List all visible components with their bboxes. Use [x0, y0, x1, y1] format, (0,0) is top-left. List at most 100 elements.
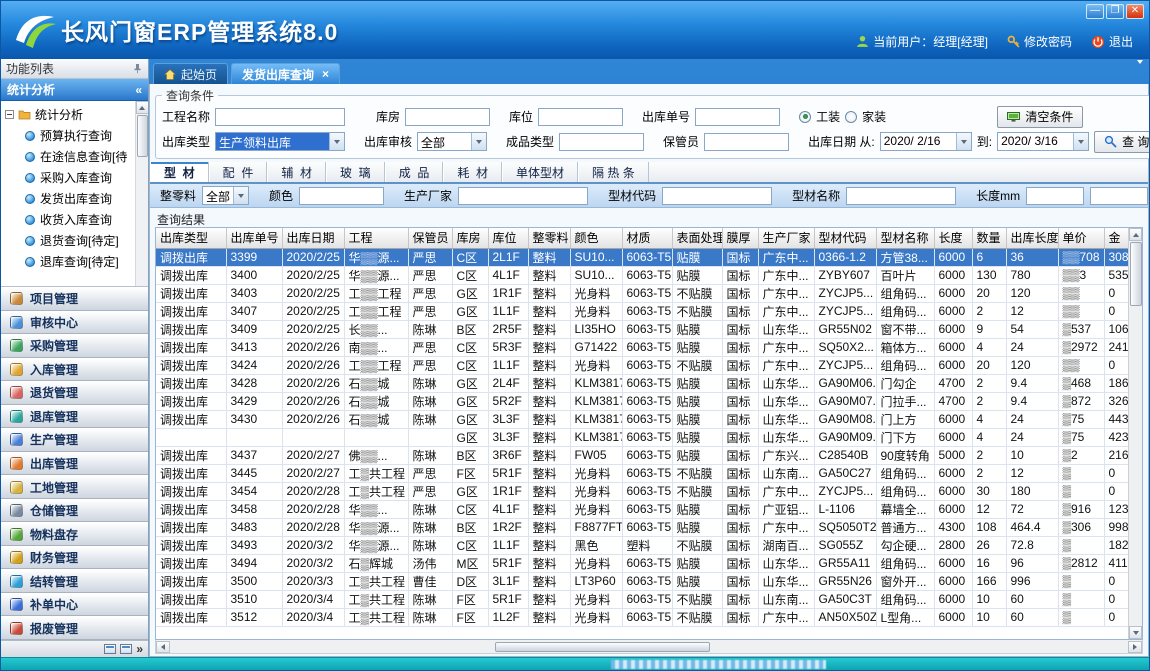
sidebar-item-出库管理[interactable]: 出库管理: [1, 452, 148, 476]
table-row[interactable]: G区3L3F整料KLM38176063-T5贴膜国标山东华...GA90M09.…: [156, 428, 1128, 446]
sidebar-item-结转管理[interactable]: 结转管理: [1, 569, 148, 593]
material-tab[interactable]: 玻 璃: [326, 162, 385, 182]
radio-gongzhuang-label[interactable]: 工装: [816, 108, 840, 125]
material-tab[interactable]: 单体型材: [502, 162, 578, 182]
material-tab[interactable]: 隔 热 条: [578, 162, 649, 182]
scroll-right-icon[interactable]: [1128, 641, 1142, 653]
column-header[interactable]: 膜厚: [722, 228, 758, 248]
color-input[interactable]: [299, 187, 384, 205]
chevron-down-icon[interactable]: [233, 187, 248, 204]
table-row[interactable]: 调拨出库34032020/2/25工▒▒工程严思G区1R1F整料光身料6063-…: [156, 284, 1128, 302]
chevron-down-icon[interactable]: [1073, 133, 1088, 150]
project-name-input[interactable]: [215, 108, 345, 126]
panels-icon[interactable]: [120, 644, 132, 654]
sidebar-item-财务管理[interactable]: 财务管理: [1, 546, 148, 570]
tree-item[interactable]: 发货出库查询: [3, 188, 135, 209]
material-tab[interactable]: 辅 材: [267, 162, 326, 182]
column-header[interactable]: 型材名称: [876, 228, 934, 248]
location-input[interactable]: [538, 108, 623, 126]
sidebar-item-退货管理[interactable]: 退货管理: [1, 381, 148, 405]
minimize-button[interactable]: —: [1086, 4, 1104, 19]
column-header[interactable]: 表面处理: [672, 228, 722, 248]
material-tab[interactable]: 型 材: [150, 162, 209, 182]
table-row[interactable]: 调拨出库34372020/2/27佛▒▒...陈琳B区3R6F整料FW05606…: [156, 446, 1128, 464]
keeper-input[interactable]: [704, 133, 789, 151]
column-header[interactable]: 出库长度: [1006, 228, 1058, 248]
table-row[interactable]: 调拨出库35122020/3/4工▒共工程陈琳F区1L2F整料光身料6063-T…: [156, 608, 1128, 626]
more-panels-button[interactable]: »: [136, 642, 143, 656]
chevron-down-icon[interactable]: [471, 133, 486, 150]
table-row[interactable]: 调拨出库33992020/2/25华▒▒源...严思C区2L1F整料SU10..…: [156, 248, 1128, 266]
tree-item[interactable]: 退库查询[待定]: [3, 251, 135, 272]
tree-item[interactable]: 退货查询[待定]: [3, 230, 135, 251]
close-button[interactable]: ✕: [1126, 4, 1144, 19]
column-header[interactable]: 单价: [1058, 228, 1104, 248]
clear-conditions-button[interactable]: 清空条件: [997, 106, 1083, 128]
search-button[interactable]: 查 询: [1094, 131, 1150, 153]
profile-code-input[interactable]: [662, 187, 772, 205]
grid-hscroll-thumb[interactable]: [495, 642, 710, 652]
sidebar-item-项目管理[interactable]: 项目管理: [1, 287, 148, 311]
warehouse-input[interactable]: [405, 108, 490, 126]
table-row[interactable]: 调拨出库34302020/2/26石▒▒城陈琳G区3L3F整料KLM381760…: [156, 410, 1128, 428]
tree-scroll-thumb[interactable]: [137, 115, 148, 157]
column-header[interactable]: 型材代码: [814, 228, 876, 248]
logout-button[interactable]: 退出: [1091, 33, 1133, 50]
outbound-type-select[interactable]: 生产领料出库: [215, 132, 345, 151]
table-row[interactable]: 调拨出库34292020/2/26石▒▒城陈琳G区5R2F整料KLM381760…: [156, 392, 1128, 410]
change-password-button[interactable]: 修改密码: [1007, 33, 1072, 50]
scroll-up-icon[interactable]: [1129, 228, 1142, 241]
column-header[interactable]: 生产厂家: [758, 228, 814, 248]
length-min-input[interactable]: [1026, 187, 1084, 205]
chevron-down-icon[interactable]: [329, 133, 344, 150]
column-header[interactable]: 材质: [622, 228, 672, 248]
tree-scrollbar[interactable]: [135, 101, 148, 286]
sidebar-item-采购管理[interactable]: 采购管理: [1, 334, 148, 358]
column-header[interactable]: 颜色: [570, 228, 622, 248]
maximize-button[interactable]: ❐: [1106, 4, 1124, 19]
sidebar-item-补单中心[interactable]: 补单中心: [1, 593, 148, 617]
scroll-down-icon[interactable]: [1129, 626, 1142, 639]
date-to-picker[interactable]: 2020/ 3/16: [997, 132, 1089, 151]
monitor-icon[interactable]: [104, 644, 116, 654]
tab-shipping-outbound-query[interactable]: 发货出库查询 ×: [231, 63, 340, 84]
table-row[interactable]: 调拨出库34932020/3/2华▒▒源...陈琳C区1L1F整料黑色塑料不贴膜…: [156, 536, 1128, 554]
length-max-input[interactable]: [1090, 187, 1148, 205]
column-header[interactable]: 金: [1104, 228, 1128, 248]
tree-expander-icon[interactable]: [5, 110, 14, 119]
collapse-panel-icon[interactable]: «: [135, 83, 142, 97]
date-from-picker[interactable]: 2020/ 2/16: [880, 132, 972, 151]
grid-vertical-scrollbar[interactable]: [1128, 228, 1142, 639]
table-row[interactable]: 调拨出库34132020/2/26南▒▒...严思C区5R3F整料G714226…: [156, 338, 1128, 356]
tree-item[interactable]: 采购入库查询: [3, 167, 135, 188]
chevron-down-icon[interactable]: [956, 133, 971, 150]
column-header[interactable]: 整零料: [528, 228, 570, 248]
table-row[interactable]: 调拨出库34832020/2/28华▒▒源...陈琳B区1R2F整料F8877F…: [156, 518, 1128, 536]
table-row[interactable]: 调拨出库34072020/2/25工▒▒工程严思G区1L1F整料光身料6063-…: [156, 302, 1128, 320]
table-row[interactable]: 调拨出库34282020/2/26石▒▒城陈琳G区2L4F整料KLM381760…: [156, 374, 1128, 392]
column-header[interactable]: 工程: [344, 228, 408, 248]
material-tab[interactable]: 耗 材: [443, 162, 502, 182]
table-row[interactable]: 调拨出库34582020/2/28华▒▒...陈琳C区4L1F整料光身料6063…: [156, 500, 1128, 518]
radio-jiazhuang[interactable]: [845, 111, 857, 123]
tree-item[interactable]: 预算执行查询: [3, 125, 135, 146]
tab-home[interactable]: 起始页: [153, 63, 228, 84]
tree-item[interactable]: 收货入库查询: [3, 209, 135, 230]
grid-horizontal-scrollbar[interactable]: [155, 640, 1143, 654]
sidebar-item-仓储管理[interactable]: 仓储管理: [1, 499, 148, 523]
radio-gongzhuang[interactable]: [799, 111, 811, 123]
sidebar-item-审核中心[interactable]: 审核中心: [1, 311, 148, 335]
product-type-input[interactable]: [559, 133, 644, 151]
table-row[interactable]: 调拨出库34942020/3/2石▒辉城汤伟M区5R1F整料光身料6063-T5…: [156, 554, 1128, 572]
table-row[interactable]: 调拨出库34092020/2/25长▒▒...陈琳B区2R5F整料LI35HO6…: [156, 320, 1128, 338]
column-header[interactable]: 出库单号: [226, 228, 282, 248]
tree-root-statistics[interactable]: 统计分析: [3, 104, 135, 125]
profile-name-input[interactable]: [846, 187, 956, 205]
sidebar-item-入库管理[interactable]: 入库管理: [1, 358, 148, 382]
sidebar-item-退库管理[interactable]: 退库管理: [1, 405, 148, 429]
tab-close-icon[interactable]: ×: [322, 67, 329, 81]
column-header[interactable]: 库房: [452, 228, 488, 248]
grid-vscroll-thumb[interactable]: [1130, 242, 1142, 306]
table-row[interactable]: 调拨出库34452020/2/27工▒共工程严思F区5R1F整料光身料6063-…: [156, 464, 1128, 482]
zhengling-select[interactable]: 全部: [202, 186, 249, 205]
